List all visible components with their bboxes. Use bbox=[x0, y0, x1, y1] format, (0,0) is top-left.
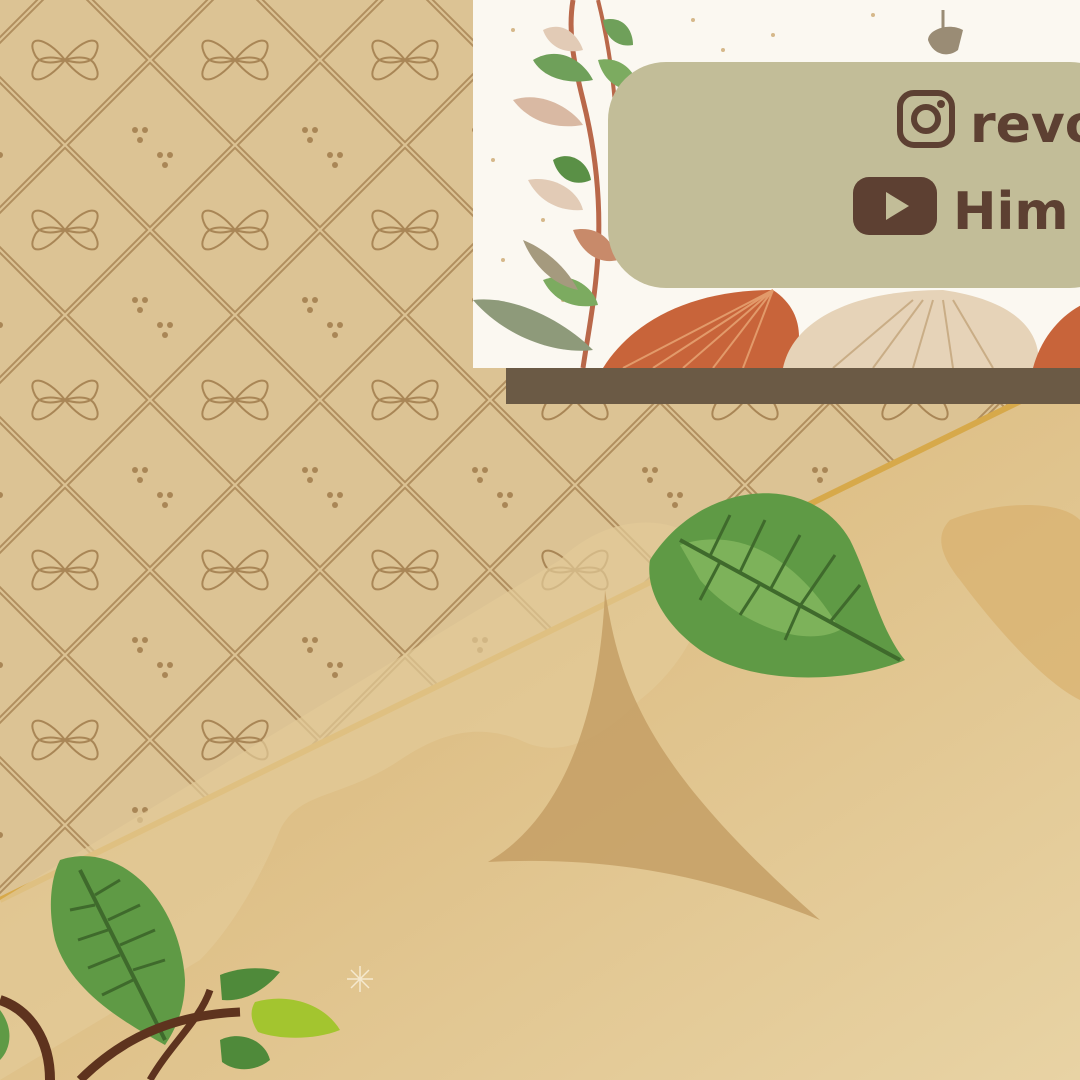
instagram-icon bbox=[896, 89, 956, 162]
youtube-channel: Him bbox=[953, 182, 1069, 242]
youtube-icon bbox=[851, 175, 939, 250]
card-shadow bbox=[506, 368, 1080, 404]
instagram-handle: revo bbox=[970, 95, 1080, 155]
poster-canvas: revo Him bbox=[0, 0, 1080, 1080]
youtube-link[interactable]: Him bbox=[851, 176, 1069, 244]
instagram-link[interactable]: revo bbox=[896, 89, 1080, 157]
